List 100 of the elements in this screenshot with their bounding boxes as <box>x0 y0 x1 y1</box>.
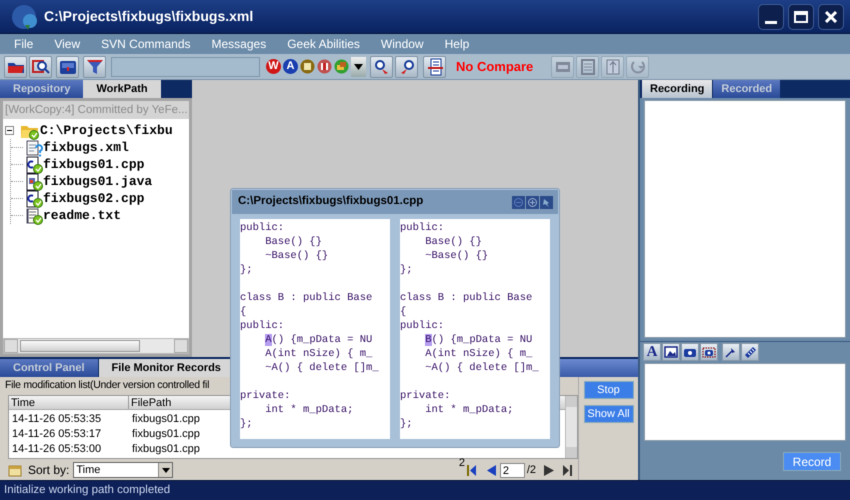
code-line: A(int nSize) { m_ <box>264 347 372 361</box>
table-cell-text: 14-11-26 05:53:00 <box>11 442 102 457</box>
tree-item[interactable]: readme.txt <box>43 206 122 226</box>
code-line: public: <box>240 221 284 235</box>
compare-window-title: C:\Projects\fixbugs\fixbugs01.cpp <box>238 194 424 210</box>
collapse-toggle[interactable] <box>5 126 14 135</box>
tree-item[interactable]: fixbugs02.cpp <box>43 188 144 208</box>
maximize-button[interactable] <box>788 4 814 30</box>
code-line: ~Base() {} <box>264 249 328 263</box>
minimize-icon <box>765 20 777 24</box>
code-line: A() {m_pData = NU <box>264 333 374 347</box>
code-line: public: <box>240 319 284 333</box>
menu-item[interactable]: Window <box>380 35 424 53</box>
compare-status: No Compare <box>456 58 534 76</box>
code-line: ~Base() {} <box>424 249 488 263</box>
box-icon <box>58 58 76 74</box>
camera-icon <box>702 344 716 358</box>
code-line: private: <box>240 389 290 403</box>
column-header[interactable]: FilePath <box>129 396 209 409</box>
tool-button[interactable] <box>700 342 718 360</box>
ruler-icon <box>743 344 757 358</box>
previous-page-button[interactable] <box>484 463 499 477</box>
tool-button[interactable] <box>681 342 699 360</box>
record-count: 2 <box>458 457 465 469</box>
next-page-button[interactable] <box>542 463 556 477</box>
minimize-button[interactable] <box>758 4 784 30</box>
box-button[interactable] <box>56 56 79 78</box>
vertical-scrollbar[interactable] <box>565 396 577 458</box>
code-line: ~A() { delete []m_ <box>424 361 539 375</box>
status-text: Initialize working path completed <box>4 482 170 498</box>
window-title: C:\Projects\fixbugs\fixbugs.xml <box>44 7 254 26</box>
dropdown-button[interactable] <box>351 56 366 76</box>
document-icon <box>426 58 444 76</box>
code-line: public: <box>400 221 444 235</box>
code-line: { <box>240 305 246 319</box>
menu-item[interactable]: SVN Commands <box>101 35 191 53</box>
sort-select[interactable]: Time <box>73 462 174 478</box>
tool-button[interactable] <box>722 342 740 360</box>
sort-label: Sort by: <box>28 462 70 479</box>
filter-icon <box>86 58 104 74</box>
menu-item[interactable]: Geek Abilities <box>287 35 360 53</box>
panel-tab[interactable]: Control Panel <box>0 359 98 377</box>
code-line: }; <box>400 263 413 277</box>
code-line: }; <box>240 263 253 277</box>
tree-item[interactable]: fixbugs01.cpp <box>43 154 144 174</box>
calendar-icon <box>8 464 22 476</box>
tree-item[interactable]: fixbugs.xml <box>43 138 129 158</box>
tree-item[interactable]: fixbugs01.java <box>43 172 152 192</box>
find-previous-button[interactable] <box>395 56 418 78</box>
open-button[interactable] <box>4 56 27 78</box>
find-next-button[interactable] <box>370 56 393 78</box>
pin-button[interactable] <box>540 196 553 208</box>
path-field[interactable] <box>111 56 260 76</box>
table-cell-text: 14-11-26 05:53:17 <box>11 427 102 442</box>
panel-header: [WorkCopy:4] Committed by YeFe... <box>3 101 189 119</box>
caret-icon <box>354 64 363 70</box>
menu-item[interactable]: View <box>54 35 80 53</box>
image-icon <box>664 344 678 358</box>
action-button[interactable]: Stop <box>584 381 634 399</box>
menu-item[interactable]: Messages <box>212 35 266 53</box>
minus-icon <box>7 128 12 133</box>
first-page-button[interactable] <box>464 463 479 477</box>
code-line: }; <box>240 417 253 431</box>
close-button[interactable] <box>818 4 844 30</box>
mode-button[interactable]: A <box>283 59 298 74</box>
action-button[interactable]: Show All <box>584 405 634 423</box>
code-line: class B : public Base <box>240 291 372 305</box>
compare-button[interactable] <box>423 56 446 78</box>
horizontal-scrollbar[interactable] <box>3 338 189 354</box>
page-input[interactable]: 2 <box>500 462 525 478</box>
description-text: File modification list(Under version controlled fil <box>5 378 210 393</box>
last-page-button[interactable] <box>560 463 574 477</box>
code-line: Base() {} <box>264 235 322 249</box>
column-header[interactable]: Time <box>9 396 129 409</box>
code-line: class B : public Base <box>400 291 532 305</box>
page-total: /2 <box>526 462 536 478</box>
panel-tab[interactable]: WorkPath <box>83 80 161 98</box>
search-icon <box>372 58 390 74</box>
first-page-icon <box>467 464 476 476</box>
panel-tab[interactable]: Recorded <box>713 80 780 98</box>
last-page-icon <box>562 464 572 476</box>
filter-button[interactable] <box>83 56 106 78</box>
panel-tab[interactable]: Repository <box>0 80 84 98</box>
menu-item[interactable]: File <box>14 35 34 53</box>
text-tool-button[interactable]: A <box>643 342 661 360</box>
tree-item[interactable]: C:\Projects\fixbu <box>40 120 173 140</box>
code-line: Base() {} <box>424 235 482 249</box>
code-line: int * m_pData; <box>424 403 514 417</box>
code-line: private: <box>400 389 450 403</box>
code-line: ~A() { delete []m_ <box>264 361 379 375</box>
app-logo-icon <box>10 2 40 30</box>
table-cell-text: fixbugs01.cpp <box>131 442 200 457</box>
table-cell-text: fixbugs01.cpp <box>131 412 200 427</box>
panel-tab[interactable]: Recording <box>642 80 712 98</box>
tool-button[interactable] <box>741 342 759 360</box>
menu-item[interactable]: Help <box>444 35 470 53</box>
search-button[interactable] <box>29 56 52 78</box>
window-icon <box>334 59 349 74</box>
mode-button[interactable]: W <box>266 59 281 74</box>
tool-button[interactable] <box>662 342 680 360</box>
